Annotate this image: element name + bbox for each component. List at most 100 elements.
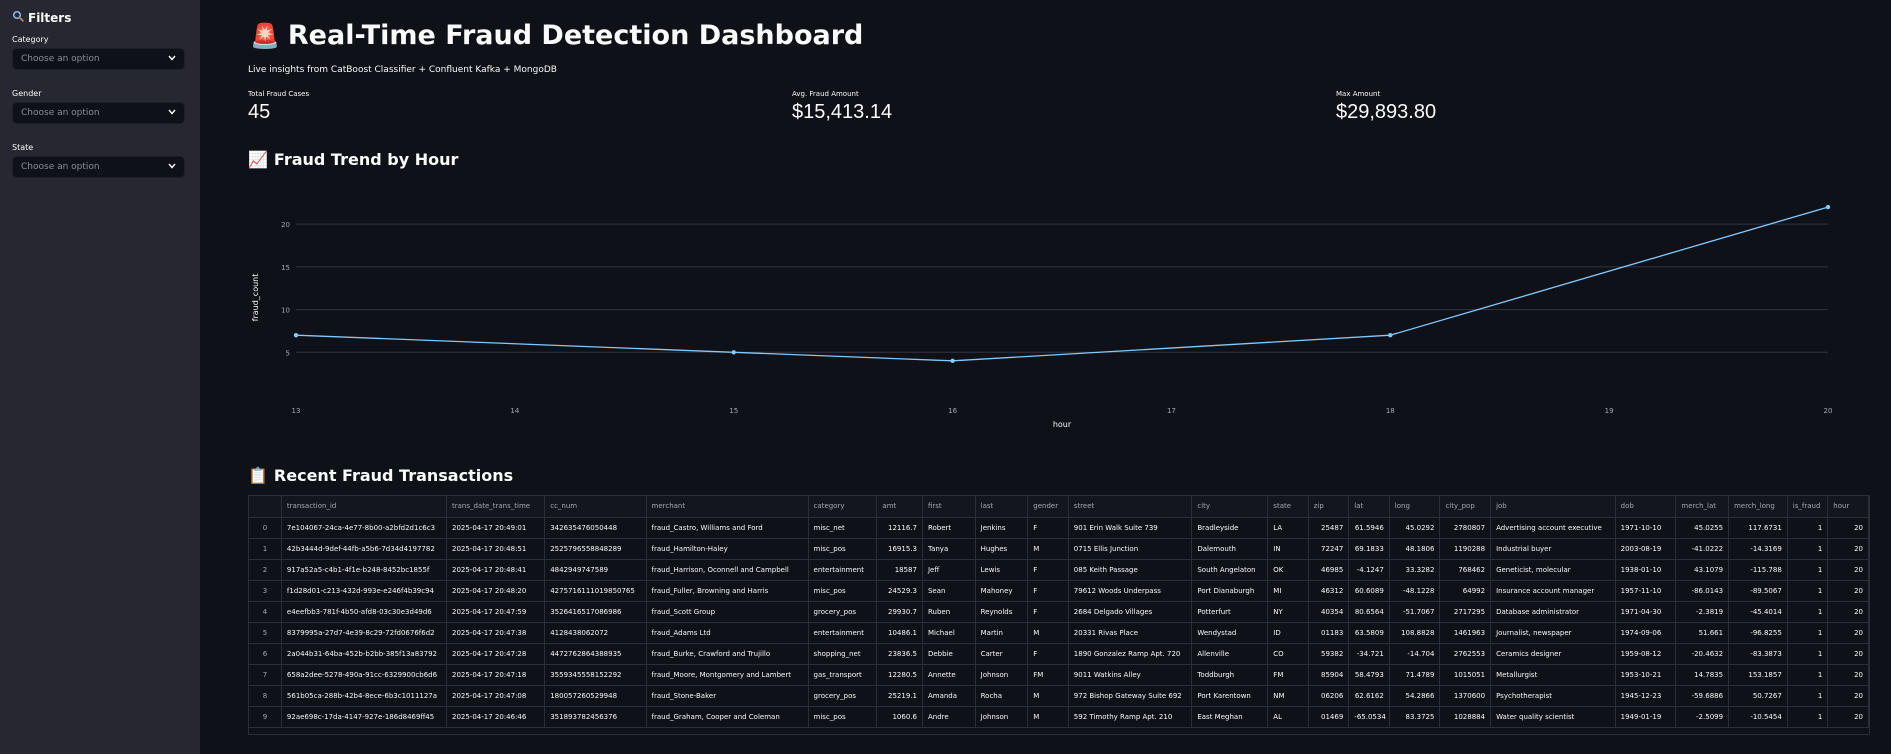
table-cell[interactable]: F bbox=[1027, 559, 1069, 581]
table-cell[interactable]: 46312 bbox=[1308, 580, 1350, 602]
column-header[interactable]: gender bbox=[1027, 496, 1069, 518]
table-cell[interactable]: 61.5946 bbox=[1348, 517, 1390, 539]
table-cell[interactable]: 43.1079 bbox=[1675, 559, 1730, 581]
table-cell[interactable]: Carter bbox=[975, 643, 1029, 665]
column-header[interactable] bbox=[249, 496, 282, 518]
table-row[interactable]: 8 561b05ca-288b-42b4-8ece-6b3c1011127a 202… bbox=[249, 685, 1869, 707]
table-cell[interactable]: 20 bbox=[1827, 706, 1869, 728]
table-cell[interactable]: e4eefbb3-781f-4b50-afd8-03c30e3d49d6 bbox=[281, 601, 447, 623]
table-cell[interactable]: Michael bbox=[922, 622, 976, 644]
table-cell[interactable]: Journalist, newspaper bbox=[1490, 622, 1616, 644]
table-cell[interactable]: 1 bbox=[1787, 706, 1829, 728]
table-row[interactable]: 6 2a044b31-64ba-452b-b2bb-385f13a83792 202… bbox=[249, 643, 1869, 665]
table-cell[interactable]: entertainment bbox=[808, 559, 878, 581]
fraud-trend-chart-svg[interactable]: 5 10 15 20 13 14 15 16 17 18 19 20 hour fraud_count bbox=[248, 180, 1878, 435]
column-header[interactable]: merch_long bbox=[1728, 496, 1788, 518]
table-cell[interactable]: 592 Timothy Ramp Apt. 210 bbox=[1068, 706, 1193, 728]
table-cell[interactable]: -2.3819 bbox=[1675, 601, 1730, 623]
table-cell[interactable]: 2025-04-17 20:48:20 bbox=[446, 580, 546, 602]
table-cell[interactable]: 71.4789 bbox=[1389, 664, 1441, 686]
table-cell[interactable]: 2003-08-19 bbox=[1615, 538, 1677, 560]
table-cell[interactable]: 1 bbox=[249, 538, 282, 560]
table-cell[interactable]: fraud_Burke, Crawford and Trujillo bbox=[646, 643, 809, 665]
table-cell[interactable]: 4275716111019850765 bbox=[544, 580, 647, 602]
table-cell[interactable]: 20 bbox=[1827, 559, 1869, 581]
table-cell[interactable]: 2525796558848289 bbox=[544, 538, 647, 560]
table-cell[interactable]: Lewis bbox=[975, 559, 1029, 581]
table-cell[interactable]: fraud_Moore, Montgomery and Lambert bbox=[646, 664, 809, 686]
table-cell[interactable]: -65.0534 bbox=[1348, 706, 1390, 728]
table-cell[interactable]: misc_pos bbox=[808, 538, 878, 560]
table-cell[interactable]: 12280.5 bbox=[876, 664, 923, 686]
table-cell[interactable]: 1949-01-19 bbox=[1615, 706, 1677, 728]
table-cell[interactable]: Hughes bbox=[975, 538, 1029, 560]
table-cell[interactable]: M bbox=[1027, 685, 1069, 707]
table-cell[interactable]: -20.4632 bbox=[1675, 643, 1730, 665]
table-cell[interactable]: 1 bbox=[1787, 580, 1829, 602]
table-cell[interactable]: 4472762864388935 bbox=[544, 643, 647, 665]
table-cell[interactable]: 48.1806 bbox=[1389, 538, 1441, 560]
table-row[interactable]: 9 92ae698c-17da-4147-927e-186d8469ff45 202… bbox=[249, 706, 1869, 728]
column-header[interactable]: city bbox=[1191, 496, 1269, 518]
table-cell[interactable]: AL bbox=[1267, 706, 1309, 728]
table-cell[interactable]: 25487 bbox=[1308, 517, 1350, 539]
table-cell[interactable]: Johnson bbox=[975, 664, 1029, 686]
table-row[interactable]: 0 7e104067-24ca-4e77-8b00-a2bfd2d1c6c3 202… bbox=[249, 517, 1869, 539]
table-cell[interactable]: Bradleyside bbox=[1191, 517, 1269, 539]
table-cell[interactable]: 2025-04-17 20:47:59 bbox=[446, 601, 546, 623]
column-header[interactable]: city_pop bbox=[1439, 496, 1492, 518]
table-cell[interactable]: Ceramics designer bbox=[1490, 643, 1616, 665]
table-cell[interactable]: ID bbox=[1267, 622, 1309, 644]
table-cell[interactable]: 5 bbox=[249, 622, 282, 644]
table-cell[interactable]: F bbox=[1027, 601, 1069, 623]
table-cell[interactable]: fraud_Stone-Baker bbox=[646, 685, 809, 707]
table-cell[interactable]: 79612 Woods Underpass bbox=[1068, 580, 1193, 602]
table-cell[interactable]: 7 bbox=[249, 664, 282, 686]
table-cell[interactable]: Wendystad bbox=[1191, 622, 1269, 644]
table-cell[interactable]: fraud_Fuller, Browning and Harris bbox=[646, 580, 809, 602]
table-cell[interactable]: 20 bbox=[1827, 538, 1869, 560]
table-cell[interactable]: 51.661 bbox=[1675, 622, 1730, 644]
table-cell[interactable]: 768462 bbox=[1439, 559, 1492, 581]
table-cell[interactable]: 80.6564 bbox=[1348, 601, 1390, 623]
table-cell[interactable]: 1938-01-10 bbox=[1615, 559, 1677, 581]
table-cell[interactable]: -2.5099 bbox=[1675, 706, 1730, 728]
column-header[interactable]: long bbox=[1389, 496, 1441, 518]
table-cell[interactable]: 1 bbox=[1787, 538, 1829, 560]
table-cell[interactable]: 901 Erin Walk Suite 739 bbox=[1068, 517, 1193, 539]
table-cell[interactable]: 8379995a-27d7-4e39-8c29-72fd0676f6d2 bbox=[281, 622, 447, 644]
column-header[interactable]: trans_date_trans_time bbox=[446, 496, 546, 518]
table-cell[interactable]: -51.7067 bbox=[1389, 601, 1441, 623]
table-cell[interactable]: 1959-08-12 bbox=[1615, 643, 1677, 665]
table-cell[interactable]: 14.7835 bbox=[1675, 664, 1730, 686]
table-cell[interactable]: -34.721 bbox=[1348, 643, 1390, 665]
table-cell[interactable]: NM bbox=[1267, 685, 1309, 707]
table-cell[interactable]: 33.3282 bbox=[1389, 559, 1441, 581]
table-cell[interactable]: Toddburgh bbox=[1191, 664, 1269, 686]
table-cell[interactable]: fraud_Adams Ltd bbox=[646, 622, 809, 644]
table-cell[interactable]: 2780807 bbox=[1439, 517, 1492, 539]
table-cell[interactable]: Martin bbox=[975, 622, 1029, 644]
table-cell[interactable]: -48.1228 bbox=[1389, 580, 1441, 602]
table-cell[interactable]: 2a044b31-64ba-452b-b2bb-385f13a83792 bbox=[281, 643, 447, 665]
table-cell[interactable]: 1945-12-23 bbox=[1615, 685, 1677, 707]
table-cell[interactable]: 1890 Gonzalez Ramp Apt. 720 bbox=[1068, 643, 1193, 665]
table-cell[interactable]: 83.3725 bbox=[1389, 706, 1441, 728]
table-cell[interactable]: -115.788 bbox=[1728, 559, 1788, 581]
table-cell[interactable]: 1 bbox=[1787, 664, 1829, 686]
table-cell[interactable]: 62.6162 bbox=[1348, 685, 1390, 707]
table-cell[interactable]: F bbox=[1027, 580, 1069, 602]
table-cell[interactable]: Metallurgist bbox=[1490, 664, 1616, 686]
column-header[interactable]: merchant bbox=[646, 496, 809, 518]
table-cell[interactable]: 45.0255 bbox=[1675, 517, 1730, 539]
table-cell[interactable]: 2025-04-17 20:47:08 bbox=[446, 685, 546, 707]
table-cell[interactable]: 2025-04-17 20:47:38 bbox=[446, 622, 546, 644]
table-cell[interactable]: -41.0222 bbox=[1675, 538, 1730, 560]
table-cell[interactable]: 06206 bbox=[1308, 685, 1350, 707]
table-cell[interactable]: 2025-04-17 20:49:01 bbox=[446, 517, 546, 539]
table-cell[interactable]: 4 bbox=[249, 601, 282, 623]
filter-select-state[interactable]: Choose an option bbox=[12, 156, 185, 178]
table-cell[interactable]: 1953-10-21 bbox=[1615, 664, 1677, 686]
table-cell[interactable]: 40354 bbox=[1308, 601, 1350, 623]
table-cell[interactable]: grocery_pos bbox=[808, 601, 878, 623]
